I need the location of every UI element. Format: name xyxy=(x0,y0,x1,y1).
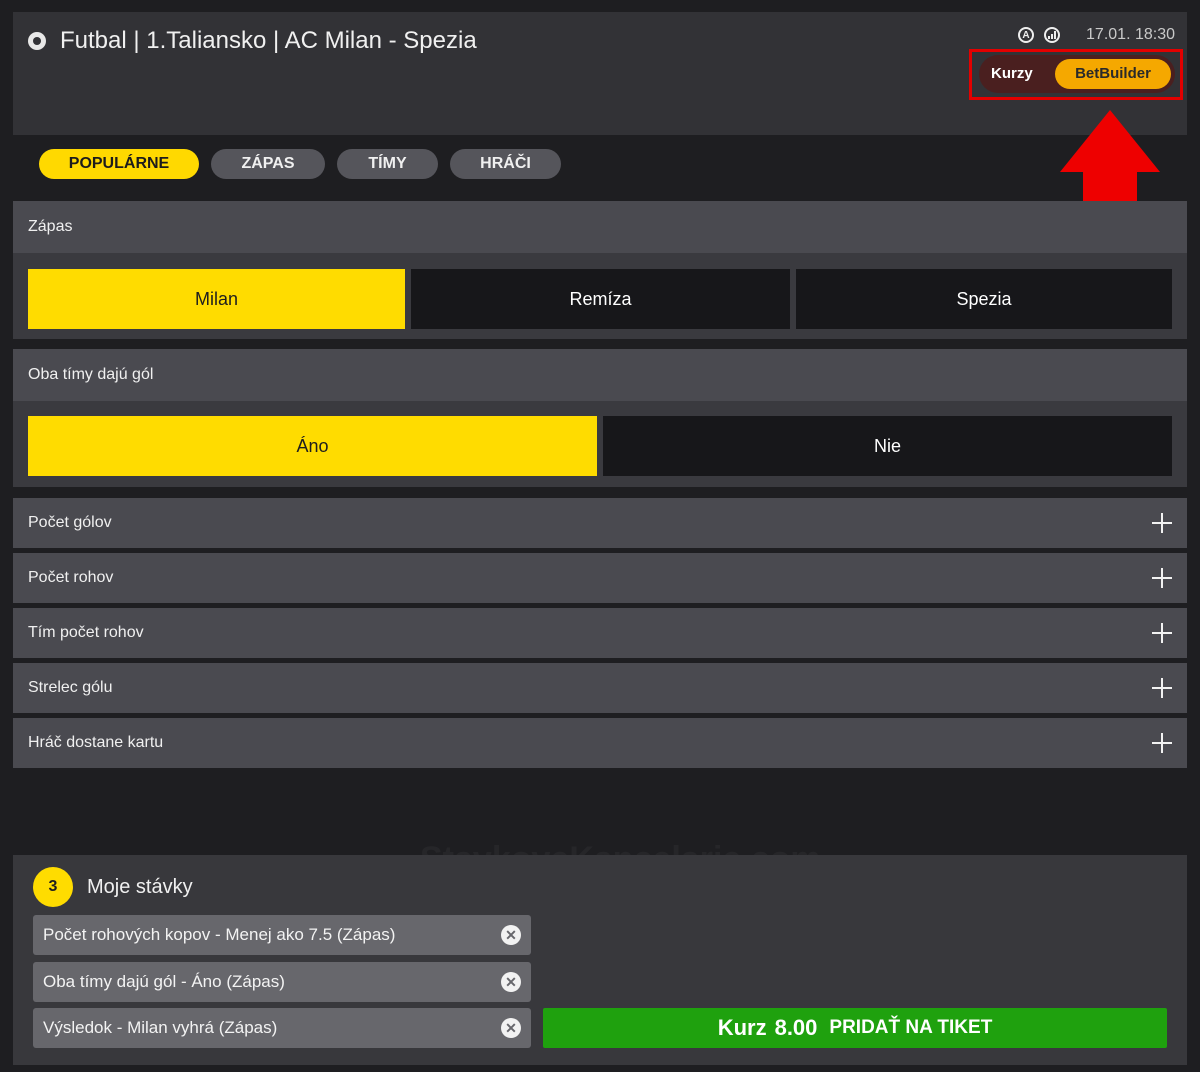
market-pocet-rohov[interactable]: Počet rohov xyxy=(13,553,1187,603)
plus-icon[interactable] xyxy=(1152,678,1172,698)
market-label: Tím počet rohov xyxy=(28,624,144,641)
plus-icon[interactable] xyxy=(1152,623,1172,643)
a-badge-icon[interactable]: A xyxy=(1018,27,1035,43)
remove-bet-icon[interactable]: ✕ xyxy=(501,972,521,992)
option-remiza[interactable]: Remíza xyxy=(411,269,790,329)
tab-zapas[interactable]: ZÁPAS xyxy=(211,149,325,179)
tab-timy[interactable]: TÍMY xyxy=(337,149,438,179)
sport-soccer-icon xyxy=(28,32,46,50)
market-tim-pocet-rohov[interactable]: Tím počet rohov xyxy=(13,608,1187,658)
event-title-text: Futbal | 1.Taliansko | AC Milan - Spezia xyxy=(60,27,477,54)
market-label: Počet rohov xyxy=(28,569,114,586)
event-title: Futbal | 1.Taliansko | AC Milan - Spezia xyxy=(28,24,477,58)
plus-icon[interactable] xyxy=(1152,513,1172,533)
plus-icon[interactable] xyxy=(1152,568,1172,588)
tab-hraci[interactable]: HRÁČI xyxy=(450,149,561,179)
bet-item: Výsledok - Milan vyhrá (Zápas) ✕ xyxy=(33,1008,531,1048)
add-to-ticket-button[interactable]: Kurz 8.00 PRIDAŤ NA TIKET xyxy=(543,1008,1167,1048)
option-ano[interactable]: Áno xyxy=(28,416,597,476)
event-datetime: 17.01. 18:30 xyxy=(1086,26,1175,43)
market-pocet-golov[interactable]: Počet gólov xyxy=(13,498,1187,548)
bet-item-label: Výsledok - Milan vyhrá (Zápas) xyxy=(43,1018,278,1037)
market-strelec-golu[interactable]: Strelec gólu xyxy=(13,663,1187,713)
remove-bet-icon[interactable]: ✕ xyxy=(501,1018,521,1038)
toggle-kurzy[interactable]: Kurzy xyxy=(991,55,1033,93)
market-label: Hráč dostane kartu xyxy=(28,734,164,751)
bet-item-label: Oba tímy dajú gól - Áno (Zápas) xyxy=(43,972,285,991)
stats-icon[interactable] xyxy=(1044,27,1061,43)
option-spezia[interactable]: Spezia xyxy=(796,269,1172,329)
section-match-header: Zápas xyxy=(13,201,1187,253)
mode-toggle[interactable]: Kurzy BetBuilder xyxy=(979,55,1175,93)
market-tabs: POPULÁRNE ZÁPAS TÍMY HRÁČI xyxy=(39,149,561,179)
option-nie[interactable]: Nie xyxy=(603,416,1172,476)
betslip-count-badge: 3 xyxy=(33,867,73,907)
bet-item: Oba tímy dajú gól - Áno (Zápas) ✕ xyxy=(33,962,531,1002)
btts-options: Áno Nie xyxy=(28,416,1172,476)
bet-item: Počet rohových kopov - Menej ako 7.5 (Zá… xyxy=(33,915,531,955)
section-title: Zápas xyxy=(28,218,73,235)
match-options: Milan Remíza Spezia xyxy=(28,269,1172,329)
option-milan[interactable]: Milan xyxy=(28,269,405,329)
betslip-title: Moje stávky xyxy=(87,876,193,898)
odds-label: Kurz xyxy=(717,1015,767,1040)
section-title: Oba tímy dajú gól xyxy=(28,366,154,383)
odds-value: 8.00 xyxy=(774,1015,818,1040)
add-to-ticket-label: PRIDAŤ NA TIKET xyxy=(829,1017,993,1038)
bet-item-label: Počet rohových kopov - Menej ako 7.5 (Zá… xyxy=(43,925,396,944)
event-meta: A 17.01. 18:30 xyxy=(1018,26,1175,44)
market-label: Počet gólov xyxy=(28,514,112,531)
section-btts-header: Oba tímy dajú gól xyxy=(13,349,1187,401)
market-hrac-dostane-kartu[interactable]: Hráč dostane kartu xyxy=(13,718,1187,768)
tab-popularne[interactable]: POPULÁRNE xyxy=(39,149,199,179)
market-label: Strelec gólu xyxy=(28,679,113,696)
plus-icon[interactable] xyxy=(1152,733,1172,753)
toggle-betbuilder[interactable]: BetBuilder xyxy=(1055,59,1171,89)
remove-bet-icon[interactable]: ✕ xyxy=(501,925,521,945)
